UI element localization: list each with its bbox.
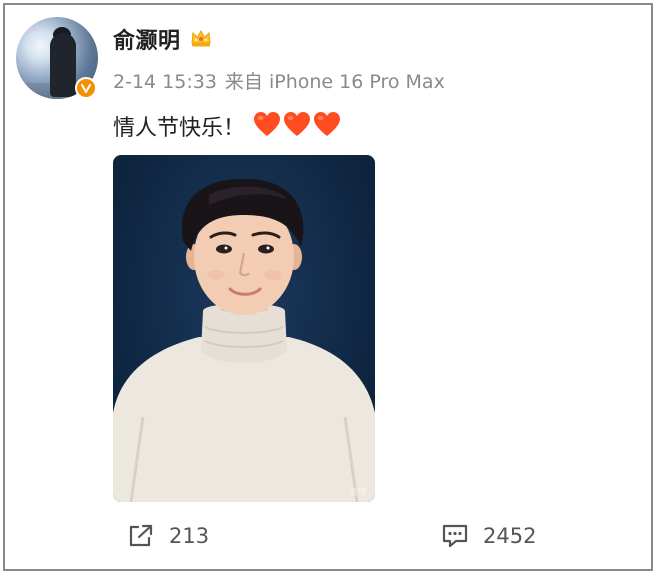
weibo-post-card: 俞灏明 2-14 15:33 来自 iPhone 16 Pro Max 情人节快乐… <box>3 3 653 571</box>
repost-count: 213 <box>169 524 210 548</box>
heart-emojis <box>253 111 341 139</box>
post-meta: 2-14 15:33 来自 iPhone 16 Pro Max <box>113 67 445 94</box>
heart-emoji-icon <box>314 112 340 136</box>
comment-icon <box>442 524 468 548</box>
post-time[interactable]: 2-14 15:33 <box>113 71 217 93</box>
crown-icon <box>191 29 211 47</box>
post-source: 来自 iPhone 16 Pro Max <box>224 71 445 93</box>
comment-button[interactable]: 2452 <box>441 521 536 551</box>
repost-icon <box>129 524 153 547</box>
post-text: 情人节快乐！ <box>113 116 246 141</box>
verified-badge-icon <box>75 77 97 99</box>
comment-count: 2452 <box>483 524 537 548</box>
portrait-illustration <box>113 178 375 502</box>
repost-button[interactable]: 213 <box>127 521 209 551</box>
heart-emoji-icon <box>254 112 280 136</box>
post-photo[interactable]: 微博 <box>113 155 375 502</box>
author-name[interactable]: 俞灏明 <box>113 23 181 55</box>
photo-watermark: 微博 <box>348 488 367 498</box>
heart-emoji-icon <box>284 112 310 136</box>
